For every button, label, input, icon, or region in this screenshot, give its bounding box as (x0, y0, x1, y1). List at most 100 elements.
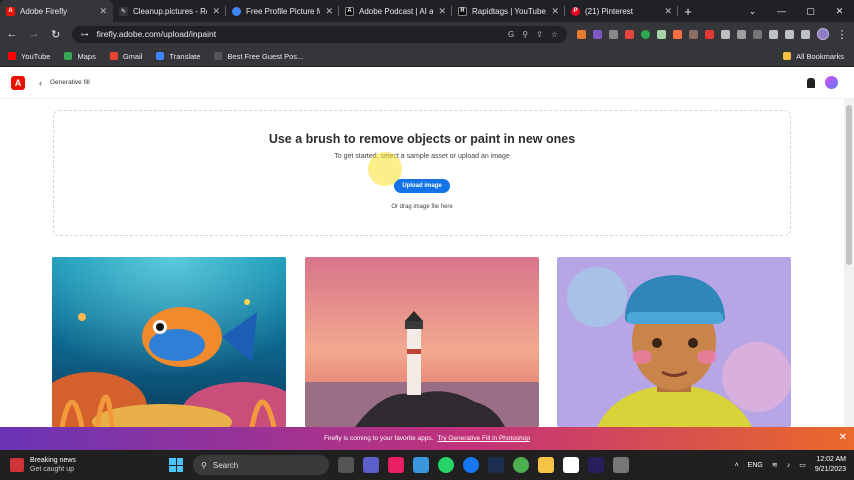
news-widget[interactable]: Breaking news Get caught up (10, 456, 160, 474)
extension-icon[interactable] (593, 29, 603, 39)
fish-illustration (52, 257, 286, 427)
extension-icon[interactable] (737, 29, 747, 39)
tag-icon: R (458, 6, 467, 16)
reload-icon[interactable]: ↻ (50, 28, 62, 41)
close-icon[interactable]: ✕ (664, 6, 672, 17)
maximize-icon[interactable]: ▢ (796, 6, 825, 17)
audition-icon[interactable] (488, 457, 504, 473)
extension-icon[interactable] (657, 29, 667, 39)
close-icon[interactable]: ✕ (325, 6, 333, 17)
tab-free-profile-picture[interactable]: Free Profile Picture M ✕ (226, 0, 339, 22)
bookmark-guest-post[interactable]: Best Free Guest Pos... (214, 52, 303, 61)
sample-image-portrait[interactable] (557, 257, 791, 427)
extension-icon[interactable] (577, 29, 587, 39)
sample-image-fish[interactable] (52, 257, 286, 427)
scrollbar-thumb[interactable] (846, 105, 852, 265)
folder-icon[interactable] (538, 457, 554, 473)
site-info-icon[interactable]: ⊶ (81, 30, 89, 39)
extension-icon[interactable] (721, 29, 731, 39)
language-indicator[interactable]: ENG (748, 462, 763, 469)
tab-label: Rapidtags | YouTube T (472, 6, 547, 16)
tab-adobe-firefly[interactable]: A Adobe Firefly ✕ (0, 0, 113, 22)
extension-icon[interactable] (689, 29, 699, 39)
extension-icon[interactable] (641, 29, 651, 39)
header-actions (807, 76, 838, 89)
profile-avatar[interactable] (817, 28, 830, 40)
puzzle-icon[interactable] (769, 29, 779, 39)
extension-icon[interactable] (625, 29, 635, 39)
all-bookmarks[interactable]: All Bookmarks (783, 52, 844, 61)
chevron-down-icon[interactable]: ⌄ (738, 6, 767, 17)
page-title: Use a brush to remove objects or paint i… (268, 132, 576, 146)
tab-cleanup-pictures[interactable]: ✎ Cleanup.pictures - Re ✕ (113, 0, 226, 22)
user-avatar[interactable] (825, 76, 838, 89)
bookmark-gmail[interactable]: Gmail (109, 52, 142, 61)
promo-link[interactable]: Try Generative Fill in Photoshop (437, 435, 530, 442)
premiere-icon[interactable] (588, 457, 604, 473)
taskbar-search[interactable]: ⚲ Search (193, 455, 329, 475)
task-view-icon[interactable] (338, 457, 354, 473)
adobe-logo-icon[interactable]: A (11, 75, 25, 90)
bookmark-maps[interactable]: Maps (64, 52, 96, 61)
tab-pinterest[interactable]: P (21) Pinterest ✕ (565, 0, 678, 22)
sample-image-lighthouse[interactable] (305, 257, 539, 427)
back-chevron-icon[interactable]: ‹ (39, 78, 42, 88)
facebook-icon[interactable] (463, 457, 479, 473)
extension-icon[interactable] (753, 29, 763, 39)
news-text: Breaking news Get caught up (30, 456, 76, 474)
news-icon (10, 458, 24, 472)
notification-icon[interactable] (807, 77, 815, 88)
bookmark-label: Translate (169, 51, 201, 61)
close-icon[interactable]: ✕ (212, 6, 220, 17)
teams-icon[interactable] (363, 457, 379, 473)
pinterest-icon: P (571, 6, 580, 16)
forward-icon[interactable]: → (28, 28, 40, 40)
browser-toolbar: ← → ↻ ⊶ firefly.adobe.com/upload/inpaint… (0, 22, 854, 46)
bookmark-translate[interactable]: Translate (156, 52, 200, 61)
windows-taskbar: Breaking news Get caught up ⚲ Search ˄ E… (0, 450, 854, 480)
close-icon[interactable]: ✕ (438, 6, 446, 17)
zoom-icon[interactable]: ⚲ (522, 30, 528, 39)
extensions-bar: ⋮ (577, 28, 848, 41)
chrome-icon[interactable] (513, 457, 529, 473)
music-icon[interactable] (388, 457, 404, 473)
minimize-icon[interactable]: — (767, 6, 796, 16)
download-icon[interactable] (785, 29, 795, 39)
breadcrumb[interactable]: Generative fill (50, 79, 90, 86)
bookmark-youtube[interactable]: YouTube (8, 52, 50, 61)
store-icon[interactable] (413, 457, 429, 473)
share-icon[interactable]: ⇪ (536, 30, 543, 39)
promo-text: Firefly is coming to your favorite apps. (323, 435, 434, 442)
extension-icon[interactable] (673, 29, 683, 39)
clock[interactable]: 12:02 AM 9/21/2023 (815, 455, 846, 475)
close-icon[interactable]: ✕ (551, 6, 559, 17)
back-icon[interactable]: ← (6, 28, 18, 40)
upload-image-button[interactable]: Upload image (394, 179, 450, 193)
windows-start-icon[interactable] (169, 458, 183, 472)
tab-rapidtags[interactable]: R Rapidtags | YouTube T ✕ (452, 0, 565, 22)
app-header: A ‹ Generative fill (0, 67, 854, 99)
upload-dropzone[interactable]: Use a brush to remove objects or paint i… (53, 110, 791, 236)
chevron-up-icon[interactable]: ˄ (735, 462, 739, 469)
google-icon[interactable]: G (508, 30, 514, 39)
wifi-icon[interactable]: ≋ (772, 461, 778, 469)
tab-label: Adobe Firefly (20, 6, 68, 16)
whatsapp-icon[interactable] (438, 457, 454, 473)
bookmark-label: Best Free Guest Pos... (227, 51, 304, 61)
tab-adobe-podcast[interactable]: A Adobe Podcast | AI au ✕ (339, 0, 452, 22)
volume-icon[interactable]: ♪ (787, 462, 791, 469)
sidepanel-icon[interactable] (801, 29, 811, 39)
capcut-icon[interactable] (563, 457, 579, 473)
extension-icon[interactable] (705, 29, 715, 39)
app-icon[interactable] (613, 457, 629, 473)
battery-icon[interactable]: ▭ (799, 461, 806, 469)
address-bar[interactable]: ⊶ firefly.adobe.com/upload/inpaint G ⚲ ⇪… (71, 25, 568, 43)
page-scrollbar[interactable] (844, 99, 854, 427)
extension-icon[interactable] (609, 29, 619, 39)
menu-icon[interactable]: ⋮ (836, 28, 848, 41)
new-tab-button[interactable]: + (678, 0, 698, 22)
close-window-icon[interactable]: ✕ (825, 6, 854, 17)
star-icon[interactable]: ☆ (551, 30, 558, 39)
close-icon[interactable]: ✕ (839, 432, 847, 443)
close-icon[interactable]: ✕ (99, 6, 107, 17)
